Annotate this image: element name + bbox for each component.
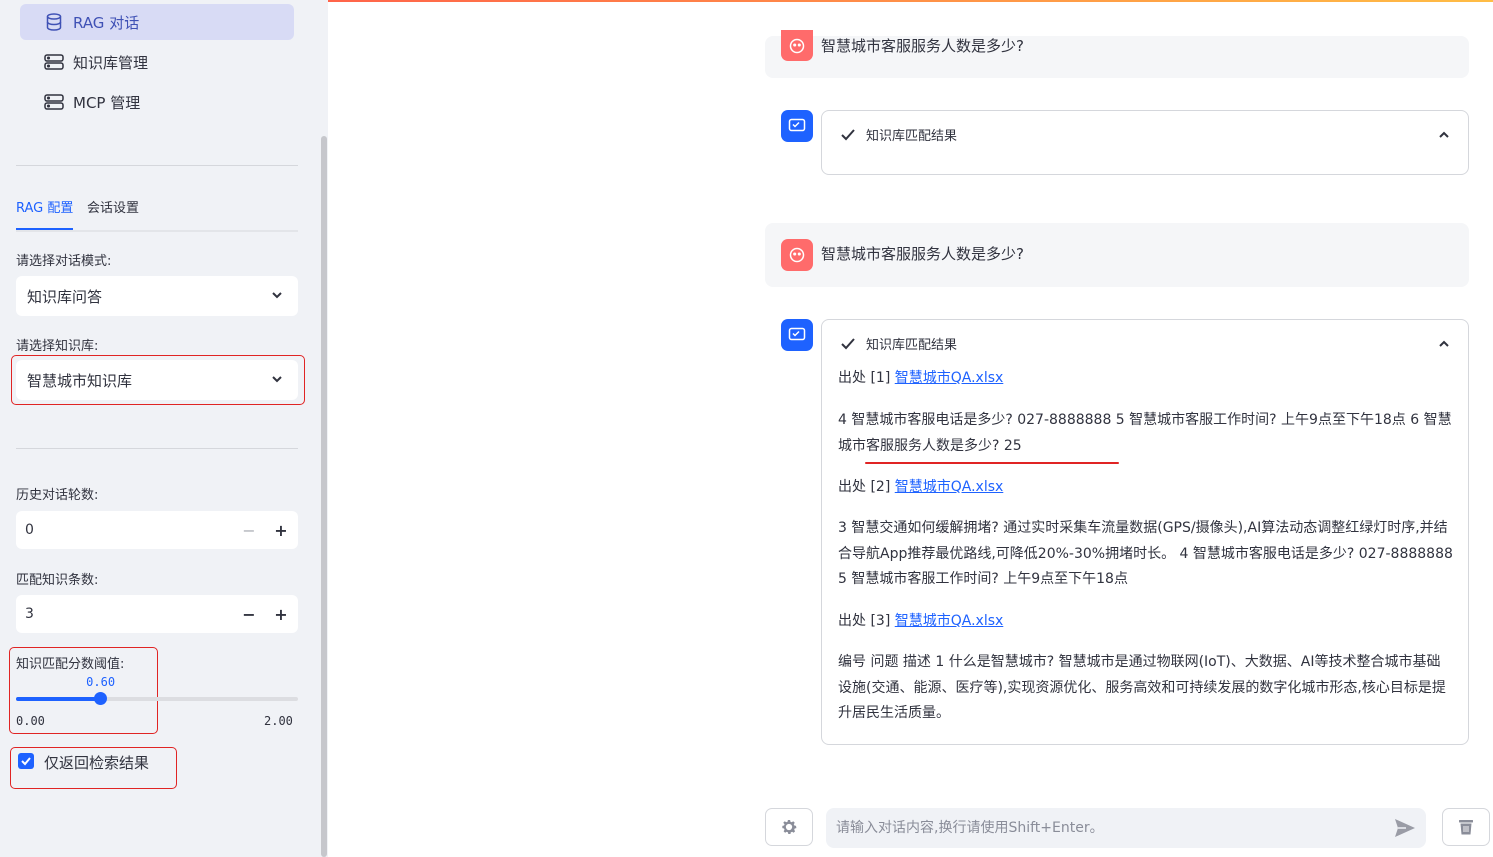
increment-button[interactable]: + (271, 520, 291, 540)
tab-rag-config[interactable]: RAG 配置 (16, 200, 74, 230)
assistant-chat-icon (788, 327, 806, 341)
history-label: 历史对话轮数: (16, 488, 99, 503)
settings-tabs: RAG 配置 会话设置 (16, 196, 298, 232)
source-line-2: 出处 [2] 智慧城市QA.xlsx (838, 475, 1454, 501)
expander-header[interactable]: 知识库匹配结果 (840, 334, 957, 353)
decrement-button[interactable]: − (239, 520, 259, 540)
kb-select-value: 智慧城市知识库 (27, 371, 133, 390)
chunk-2: 3 智慧交通如何缓解拥堵? 通过实时采集车流量数据(GPS/摄像头),AI算法动… (838, 520, 1453, 587)
check-icon (841, 337, 855, 349)
server-icon (44, 52, 64, 72)
mode-select-value: 知识库问答 (27, 287, 103, 306)
trash-icon (1459, 820, 1473, 835)
server-icon (44, 92, 64, 112)
clear-history-button[interactable] (1442, 808, 1490, 846)
chevron-down-icon (270, 372, 284, 390)
assistant-chat-icon (788, 118, 806, 132)
divider (16, 448, 298, 449)
source-prefix: 出处 [1] (838, 370, 895, 386)
sidebar-scrollbar[interactable] (321, 136, 327, 857)
expander-header[interactable]: 知识库匹配结果 (840, 125, 957, 144)
tab-session-settings[interactable]: 会话设置 (87, 200, 139, 230)
user-message-text: 智慧城市客服服务人数是多少? (821, 245, 1024, 263)
mode-label: 请选择对话模式: (16, 254, 112, 269)
source-prefix: 出处 [3] (838, 613, 895, 629)
check-icon (841, 128, 855, 140)
check-icon (21, 757, 31, 766)
chevron-down-icon (270, 288, 284, 306)
kb-select[interactable]: 智慧城市知识库 (16, 360, 298, 400)
threshold-max: 2.00 (264, 714, 293, 728)
sidebar: RAG 对话 知识库管理 MCP 管理 RAG 配置 会话设置 请选择对话模式:… (0, 0, 328, 857)
expander-title: 知识库匹配结果 (866, 338, 958, 353)
threshold-value: 0.60 (86, 675, 116, 689)
user-avatar (781, 239, 813, 271)
assistant-avatar (781, 110, 813, 142)
user-message-bubble: 智慧城市客服服务人数是多少? (765, 223, 1469, 287)
nav-label: RAG 对话 (73, 13, 140, 32)
source-line-3: 出处 [3] 智慧城市QA.xlsx (838, 609, 1454, 635)
chunk-3: 编号 问题 描述 1 什么是智慧城市? 智慧城市是通过物联网(IoT)、大数据、… (838, 654, 1446, 721)
topk-stepper[interactable]: 3 − + (16, 595, 298, 633)
decrement-button[interactable]: − (239, 604, 259, 624)
assistant-avatar (781, 319, 813, 351)
settings-button[interactable] (765, 808, 813, 846)
nav-item-mcp-management[interactable]: MCP 管理 (20, 84, 294, 120)
user-message-text: 智慧城市客服服务人数是多少? (821, 37, 1024, 55)
source-link[interactable]: 智慧城市QA.xlsx (895, 479, 1004, 495)
threshold-min: 0.00 (16, 714, 45, 728)
chat-input[interactable] (826, 808, 1426, 848)
threshold-label: 知识匹配分数阈值: (16, 657, 125, 672)
user-face-icon (789, 247, 805, 263)
only-retrieval-label: 仅返回检索结果 (44, 754, 150, 772)
database-icon (44, 12, 64, 32)
chevron-up-icon[interactable] (1438, 126, 1450, 145)
kb-label: 请选择知识库: (16, 339, 99, 354)
history-stepper[interactable]: 0 − + (16, 511, 298, 549)
threshold-slider-fill (16, 697, 101, 701)
expander-title: 知识库匹配结果 (866, 129, 958, 144)
red-underline-annotation (865, 462, 1119, 464)
topk-label: 匹配知识条数: (16, 573, 99, 588)
chevron-up-icon[interactable] (1438, 335, 1450, 354)
history-value: 0 (25, 522, 34, 538)
nav-item-kb-management[interactable]: 知识库管理 (20, 44, 294, 80)
threshold-slider-thumb[interactable] (94, 692, 108, 705)
user-face-icon (789, 38, 805, 53)
chunk-1: 4 智慧城市客服电话是多少? 027-8888888 5 智慧城市客服工作时间?… (838, 412, 1452, 454)
nav-item-rag-chat[interactable]: RAG 对话 (20, 4, 294, 40)
nav-label: 知识库管理 (73, 53, 149, 72)
source-link[interactable]: 智慧城市QA.xlsx (895, 370, 1004, 386)
user-avatar (781, 30, 813, 61)
gear-icon (782, 819, 797, 835)
source-line-1: 出处 [1] 智慧城市QA.xlsx (838, 366, 1454, 392)
source-prefix: 出处 [2] (838, 479, 895, 495)
only-retrieval-checkbox[interactable] (18, 753, 34, 769)
user-message-bubble: 智慧城市客服服务人数是多少? (765, 36, 1469, 78)
send-icon[interactable] (1394, 818, 1416, 842)
topk-value: 3 (25, 606, 34, 622)
source-link[interactable]: 智慧城市QA.xlsx (895, 613, 1004, 629)
nav-label: MCP 管理 (73, 93, 141, 112)
mode-select[interactable]: 知识库问答 (16, 276, 298, 316)
kb-results-expander[interactable]: 知识库匹配结果 (821, 110, 1469, 175)
increment-button[interactable]: + (271, 604, 291, 624)
divider (16, 165, 298, 166)
